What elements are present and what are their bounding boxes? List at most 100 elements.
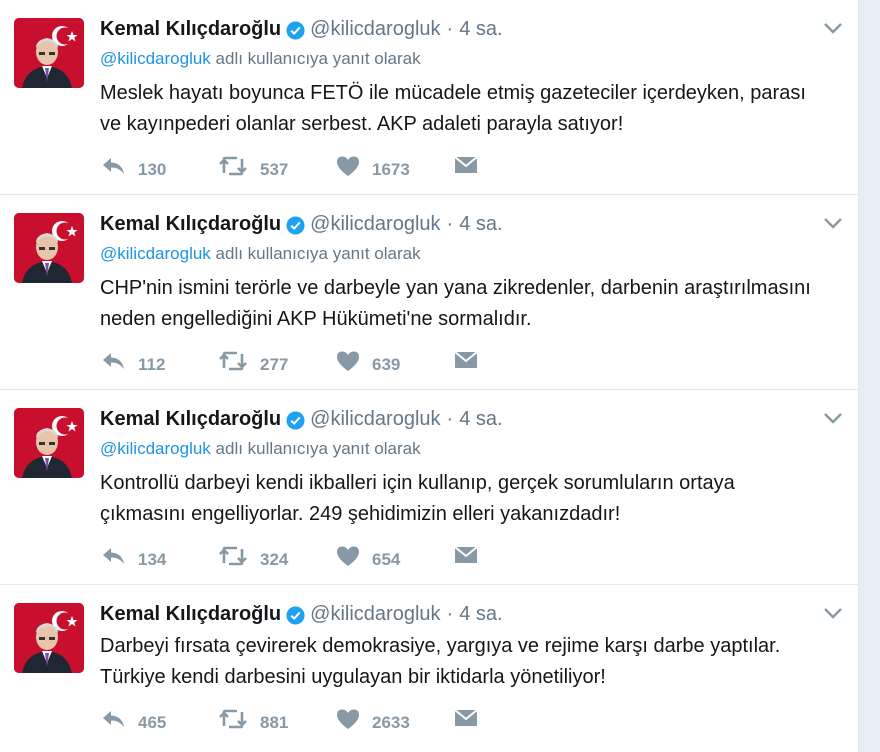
retweet-button[interactable]: 881 xyxy=(218,708,336,732)
avatar[interactable] xyxy=(14,213,84,283)
tweet[interactable]: Kemal Kılıçdaroğlu @kilicdarogluk · 4 sa… xyxy=(0,390,858,585)
retweet-button[interactable]: 324 xyxy=(218,545,336,569)
direct-message-button[interactable] xyxy=(454,350,490,372)
tweet-timestamp[interactable]: 4 sa. xyxy=(459,603,502,626)
direct-message-button[interactable] xyxy=(454,155,490,177)
verified-badge-icon xyxy=(286,605,305,625)
retweet-icon xyxy=(218,545,248,567)
retweet-count: 881 xyxy=(260,713,289,732)
tweet-timestamp[interactable]: 4 sa. xyxy=(459,18,502,41)
tweet-text-line: neden engellediğini AKP Hükümeti'ne sorm… xyxy=(100,308,532,330)
like-count: 654 xyxy=(372,550,401,569)
retweet-button[interactable]: 537 xyxy=(218,155,336,179)
author-username[interactable]: @kilicdarogluk xyxy=(310,213,440,236)
reply-mention-link[interactable]: @kilicdarogluk xyxy=(100,439,211,458)
tweet-header: Kemal Kılıçdaroğlu @kilicdarogluk · 4 sa… xyxy=(100,599,844,629)
author-fullname[interactable]: Kemal Kılıçdaroğlu xyxy=(100,213,281,236)
tweet-text-line: Kontrollü darbeyi kendi ikballeri için k… xyxy=(100,472,735,494)
heart-icon xyxy=(336,155,360,177)
tweet[interactable]: Kemal Kılıçdaroğlu @kilicdarogluk · 4 sa… xyxy=(0,0,858,195)
tweet-text: Meslek hayatı boyunca FETÖ ile mücadele … xyxy=(100,78,844,140)
tweet[interactable]: Kemal Kılıçdaroğlu @kilicdarogluk · 4 sa… xyxy=(0,585,858,752)
heart-icon xyxy=(336,350,360,372)
verified-badge-icon xyxy=(286,410,305,430)
like-count: 639 xyxy=(372,355,401,374)
avatar[interactable] xyxy=(14,603,84,673)
reply-icon xyxy=(100,155,126,177)
chevron-down-icon[interactable] xyxy=(822,410,844,426)
like-button[interactable]: 654 xyxy=(336,545,454,569)
author-username[interactable]: @kilicdarogluk xyxy=(310,603,440,626)
tweet-text-line: Darbeyi fırsata çevirerek demokrasiye, y… xyxy=(100,635,781,657)
reply-button[interactable]: 112 xyxy=(100,350,218,374)
direct-message-button[interactable] xyxy=(454,708,490,730)
reply-icon xyxy=(100,350,126,372)
tweet-timeline: Kemal Kılıçdaroğlu @kilicdarogluk · 4 sa… xyxy=(0,0,859,752)
heart-icon xyxy=(336,708,360,730)
tweet-header: Kemal Kılıçdaroğlu @kilicdarogluk · 4 sa… xyxy=(100,14,844,44)
tweet-text-line: çıkmasını engelliyorlar. 249 şehidimizin… xyxy=(100,503,621,525)
direct-message-button[interactable] xyxy=(454,545,490,567)
chevron-down-icon[interactable] xyxy=(822,215,844,231)
tweet-timestamp[interactable]: 4 sa. xyxy=(459,213,502,236)
heart-icon xyxy=(336,545,360,567)
chevron-down-icon[interactable] xyxy=(822,605,844,621)
like-count: 2633 xyxy=(372,713,410,732)
like-button[interactable]: 639 xyxy=(336,350,454,374)
retweet-icon xyxy=(218,155,248,177)
reply-context: @kilicdarogluk adlı kullanıcıya yanıt ol… xyxy=(100,436,844,462)
avatar[interactable] xyxy=(14,18,84,88)
time-separator: · xyxy=(446,212,454,235)
tweet-text: Kontrollü darbeyi kendi ikballeri için k… xyxy=(100,468,844,530)
like-button[interactable]: 1673 xyxy=(336,155,454,179)
tweet-actions: 465 881 2633 xyxy=(100,705,490,733)
reply-count: 112 xyxy=(138,355,166,374)
reply-icon xyxy=(100,545,126,567)
author-username[interactable]: @kilicdarogluk xyxy=(310,408,440,431)
retweet-count: 277 xyxy=(260,355,289,374)
tweet-header: Kemal Kılıçdaroğlu @kilicdarogluk · 4 sa… xyxy=(100,209,844,239)
tweet-text: CHP'nin ismini terörle ve darbeyle yan y… xyxy=(100,273,844,335)
tweet[interactable]: Kemal Kılıçdaroğlu @kilicdarogluk · 4 sa… xyxy=(0,195,858,390)
avatar[interactable] xyxy=(14,408,84,478)
envelope-icon xyxy=(454,155,478,177)
verified-badge-icon xyxy=(286,215,305,235)
envelope-icon xyxy=(454,708,478,730)
retweet-icon xyxy=(218,350,248,372)
tweet-header: Kemal Kılıçdaroğlu @kilicdarogluk · 4 sa… xyxy=(100,404,844,434)
time-separator: · xyxy=(446,407,454,430)
chevron-down-icon[interactable] xyxy=(822,20,844,36)
envelope-icon xyxy=(454,350,478,372)
reply-mention-link[interactable]: @kilicdarogluk xyxy=(100,49,211,68)
reply-context-text: adlı kullanıcıya yanıt olarak xyxy=(215,244,421,263)
like-button[interactable]: 2633 xyxy=(336,708,454,732)
like-count: 1673 xyxy=(372,160,410,179)
time-separator: · xyxy=(446,602,454,625)
tweet-actions: 134 324 654 xyxy=(100,542,490,570)
tweet-text-line: ve kayınpederi olanlar serbest. AKP adal… xyxy=(100,113,624,135)
tweet-actions: 130 537 1673 xyxy=(100,152,490,180)
reply-mention-link[interactable]: @kilicdarogluk xyxy=(100,244,211,263)
tweet-text-line: Türkiye kendi darbesini uygulayan bir ik… xyxy=(100,666,606,688)
reply-context: @kilicdarogluk adlı kullanıcıya yanıt ol… xyxy=(100,241,844,267)
retweet-count: 537 xyxy=(260,160,289,179)
author-fullname[interactable]: Kemal Kılıçdaroğlu xyxy=(100,603,281,626)
reply-button[interactable]: 130 xyxy=(100,155,218,179)
tweet-timestamp[interactable]: 4 sa. xyxy=(459,408,502,431)
reply-button[interactable]: 134 xyxy=(100,545,218,569)
reply-count: 465 xyxy=(138,713,167,732)
author-username[interactable]: @kilicdarogluk xyxy=(310,18,440,41)
reply-button[interactable]: 465 xyxy=(100,708,218,732)
tweet-text-line: CHP'nin ismini terörle ve darbeyle yan y… xyxy=(100,277,811,299)
reply-context-text: adlı kullanıcıya yanıt olarak xyxy=(215,439,421,458)
author-fullname[interactable]: Kemal Kılıçdaroğlu xyxy=(100,18,281,41)
reply-count: 130 xyxy=(138,160,167,179)
tweet-actions: 112 277 639 xyxy=(100,347,490,375)
author-fullname[interactable]: Kemal Kılıçdaroğlu xyxy=(100,408,281,431)
retweet-count: 324 xyxy=(260,550,289,569)
reply-icon xyxy=(100,708,126,730)
time-separator: · xyxy=(446,17,454,40)
retweet-button[interactable]: 277 xyxy=(218,350,336,374)
reply-context: @kilicdarogluk adlı kullanıcıya yanıt ol… xyxy=(100,46,844,72)
envelope-icon xyxy=(454,545,478,567)
